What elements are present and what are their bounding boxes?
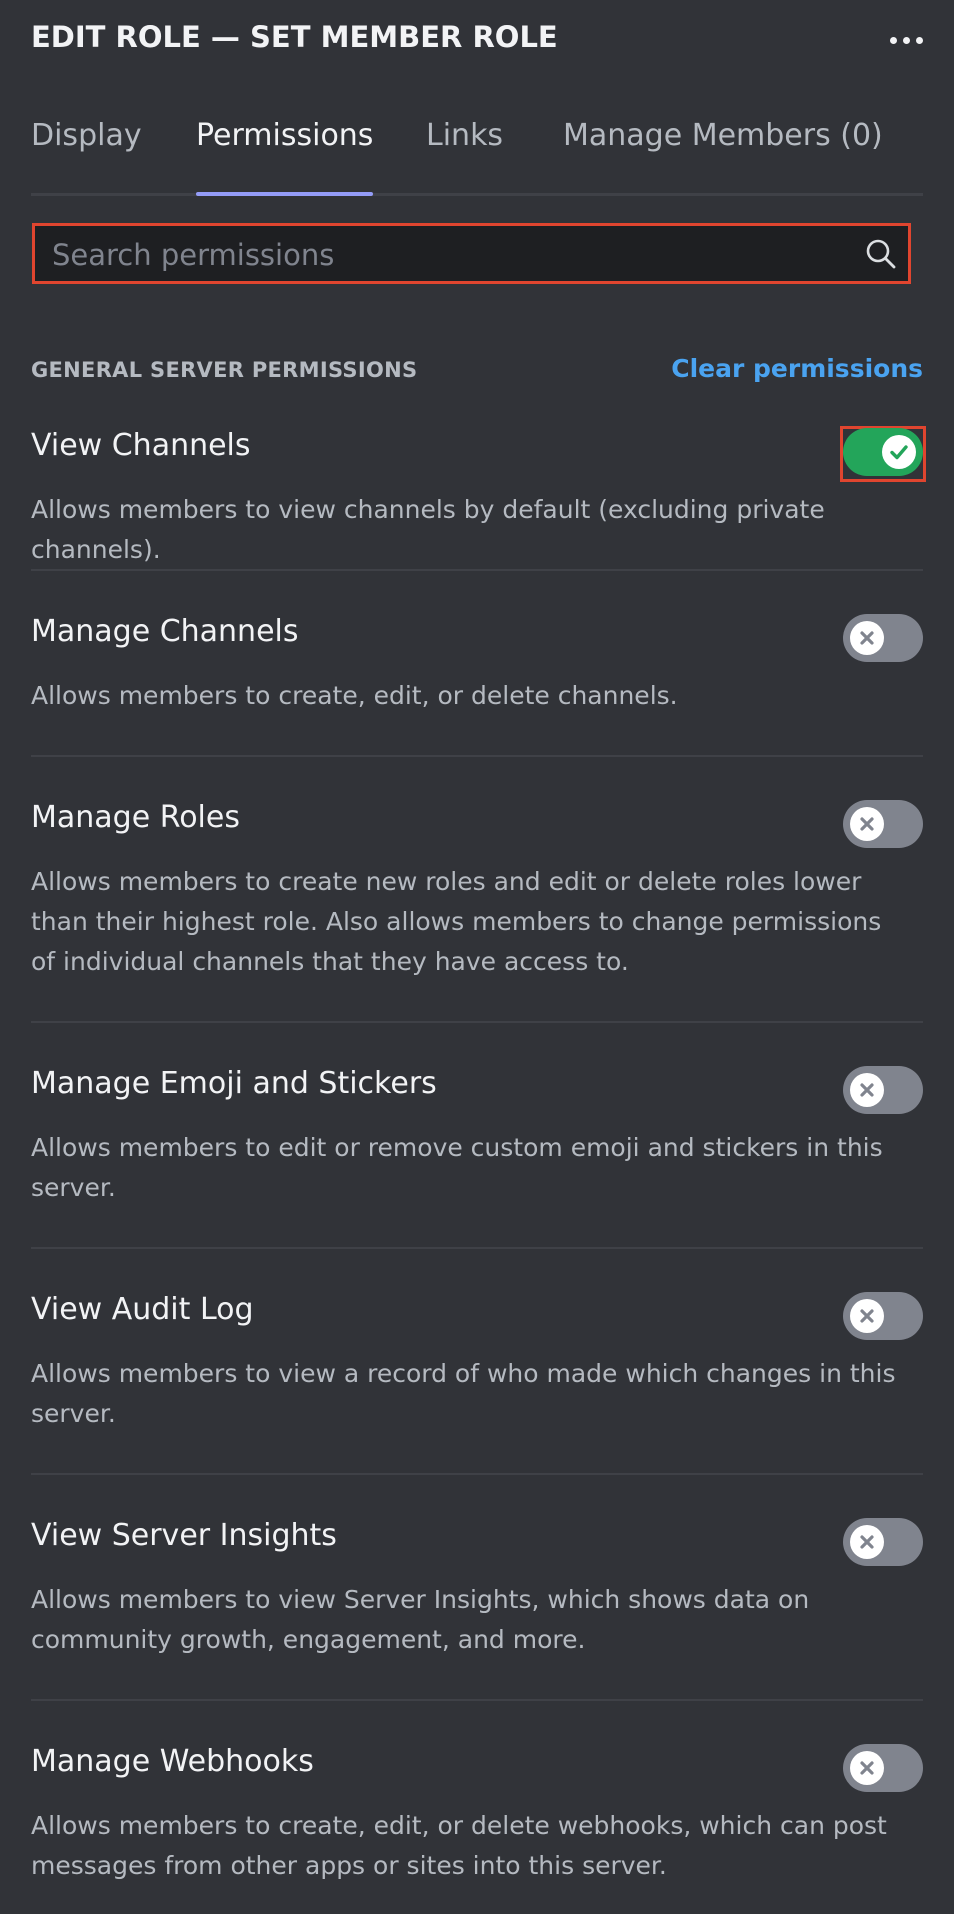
toggle-knob bbox=[882, 435, 916, 469]
more-horizontal-icon-dot bbox=[903, 36, 910, 44]
search-input[interactable] bbox=[50, 226, 854, 283]
toggle-view-server-insights[interactable] bbox=[843, 1518, 923, 1566]
divider bbox=[31, 1699, 923, 1701]
toggle-view-channels[interactable] bbox=[843, 428, 923, 476]
section-header: GENERAL SERVER PERMISSIONS Clear permiss… bbox=[31, 354, 923, 394]
toggle-view-audit-log[interactable] bbox=[843, 1292, 923, 1340]
tab-manage-members[interactable]: Manage Members (0) bbox=[563, 118, 883, 193]
toggle-manage-webhooks[interactable] bbox=[843, 1744, 923, 1792]
permission-description: Allows members to create, edit, or delet… bbox=[31, 681, 678, 710]
permission-name: View Channels bbox=[31, 428, 251, 463]
x-icon bbox=[860, 1309, 874, 1323]
divider bbox=[31, 1247, 923, 1249]
toggle-knob bbox=[850, 1073, 884, 1107]
tab-permissions[interactable]: Permissions bbox=[196, 118, 374, 196]
divider bbox=[31, 1473, 923, 1475]
permission-name: View Audit Log bbox=[31, 1292, 254, 1327]
toggle-manage-emoji-stickers[interactable] bbox=[843, 1066, 923, 1114]
search-icon[interactable] bbox=[865, 238, 897, 270]
toggle-knob bbox=[850, 1525, 884, 1559]
x-icon bbox=[860, 1761, 874, 1775]
toggle-knob bbox=[850, 1751, 884, 1785]
permission-manage-roles: Manage Roles Allows members to create ne… bbox=[31, 800, 923, 990]
divider bbox=[31, 1021, 923, 1023]
permission-name: View Server Insights bbox=[31, 1518, 337, 1553]
tab-bar: Display Permissions Links Manage Members… bbox=[31, 110, 923, 196]
permission-view-server-insights: View Server Insights Allows members to v… bbox=[31, 1518, 923, 1668]
toggle-knob bbox=[850, 621, 884, 655]
more-options-button[interactable] bbox=[875, 22, 923, 58]
page-title: EDIT ROLE — SET MEMBER ROLE bbox=[31, 20, 558, 54]
permission-manage-channels: Manage Channels Allows members to create… bbox=[31, 614, 923, 724]
permission-description: Allows members to create new roles and e… bbox=[31, 867, 882, 976]
toggle-knob bbox=[850, 1299, 884, 1333]
more-horizontal-icon bbox=[890, 36, 897, 44]
permission-description: Allows members to create, edit, or delet… bbox=[31, 1811, 887, 1880]
tab-display[interactable]: Display bbox=[31, 118, 142, 193]
permission-description: Allows members to view a record of who m… bbox=[31, 1359, 896, 1428]
permission-description: Allows members to view Server Insights, … bbox=[31, 1585, 810, 1654]
search-box bbox=[32, 223, 911, 284]
permission-name: Manage Roles bbox=[31, 800, 240, 835]
permission-view-channels: View Channels Allows members to view cha… bbox=[31, 426, 926, 564]
x-icon bbox=[860, 817, 874, 831]
header: EDIT ROLE — SET MEMBER ROLE bbox=[31, 0, 923, 80]
permission-description: Allows members to view channels by defau… bbox=[31, 495, 825, 564]
toggle-knob bbox=[850, 807, 884, 841]
permission-name: Manage Channels bbox=[31, 614, 299, 649]
permission-manage-emoji-stickers: Manage Emoji and Stickers Allows members… bbox=[31, 1066, 923, 1216]
permission-name: Manage Emoji and Stickers bbox=[31, 1066, 437, 1101]
x-icon bbox=[860, 631, 874, 645]
divider bbox=[31, 569, 923, 571]
permission-manage-webhooks: Manage Webhooks Allows members to create… bbox=[31, 1744, 923, 1894]
permission-description: Allows members to edit or remove custom … bbox=[31, 1133, 883, 1202]
toggle-manage-roles[interactable] bbox=[843, 800, 923, 848]
permission-view-audit-log: View Audit Log Allows members to view a … bbox=[31, 1292, 923, 1442]
x-icon bbox=[860, 1083, 874, 1097]
divider bbox=[31, 755, 923, 757]
more-horizontal-icon-dot bbox=[916, 36, 923, 44]
section-title: GENERAL SERVER PERMISSIONS bbox=[31, 358, 418, 382]
clear-permissions-link[interactable]: Clear permissions bbox=[671, 354, 923, 383]
check-icon bbox=[890, 445, 908, 460]
x-icon bbox=[860, 1535, 874, 1549]
tab-links[interactable]: Links bbox=[426, 118, 503, 193]
permission-name: Manage Webhooks bbox=[31, 1744, 314, 1779]
toggle-manage-channels[interactable] bbox=[843, 614, 923, 662]
